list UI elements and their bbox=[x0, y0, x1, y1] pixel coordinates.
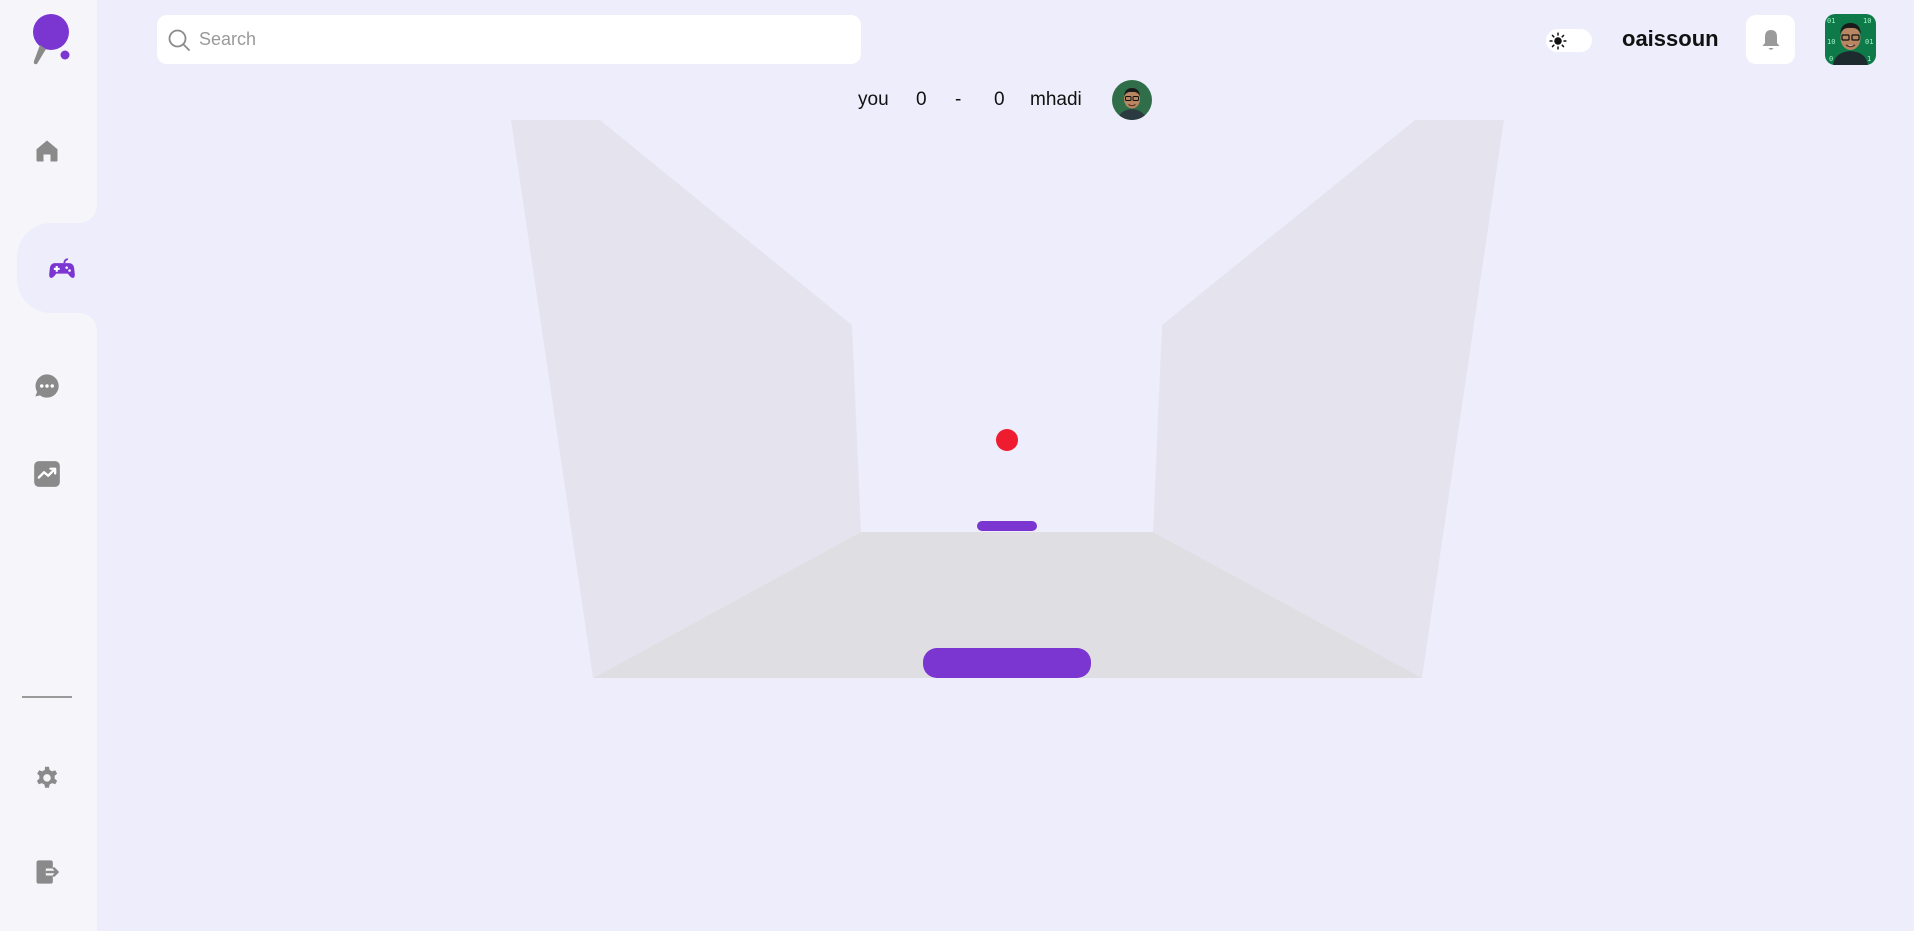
sidebar-divider bbox=[22, 696, 72, 698]
svg-text:01: 01 bbox=[1827, 17, 1835, 25]
notifications-button[interactable] bbox=[1746, 15, 1795, 64]
left-wall bbox=[511, 120, 861, 678]
player-paddle[interactable] bbox=[923, 648, 1091, 678]
trending-up-icon bbox=[34, 461, 60, 487]
right-wall bbox=[1153, 120, 1504, 678]
player-score: 0 bbox=[916, 89, 927, 110]
logout-icon bbox=[36, 860, 59, 884]
sidebar-item-home[interactable] bbox=[26, 130, 68, 172]
svg-text:01: 01 bbox=[1865, 38, 1873, 46]
search-icon bbox=[168, 29, 190, 51]
opponent-score: 0 bbox=[994, 89, 1005, 110]
sidebar-item-settings[interactable] bbox=[26, 758, 68, 800]
sidebar bbox=[0, 0, 97, 931]
svg-text:10: 10 bbox=[1827, 38, 1835, 46]
ball bbox=[996, 429, 1018, 451]
opponent-name: mhadi bbox=[1030, 89, 1082, 110]
svg-text:0: 0 bbox=[1829, 55, 1833, 63]
sidebar-item-logout[interactable] bbox=[26, 851, 68, 893]
search-bar[interactable] bbox=[157, 15, 861, 64]
search-input[interactable] bbox=[199, 29, 839, 50]
ping-pong-paddle-icon[interactable] bbox=[26, 13, 74, 67]
player-label: you bbox=[858, 89, 889, 110]
game-board bbox=[511, 120, 1504, 678]
username: oaissoun bbox=[1622, 26, 1719, 51]
scoreboard: you 0 - 0 mhadi bbox=[858, 80, 1152, 120]
opponent-avatar[interactable] bbox=[1111, 80, 1152, 120]
sidebar-item-stats[interactable] bbox=[26, 453, 68, 495]
home-icon bbox=[36, 140, 58, 162]
theme-toggle[interactable] bbox=[1546, 29, 1592, 52]
sun-icon bbox=[1549, 31, 1567, 50]
sidebar-item-game[interactable] bbox=[41, 248, 83, 290]
opponent-paddle bbox=[977, 521, 1037, 531]
svg-text:10: 10 bbox=[1863, 17, 1871, 25]
svg-text:1: 1 bbox=[1867, 55, 1871, 63]
sidebar-item-chat[interactable] bbox=[26, 365, 68, 407]
bell-icon bbox=[1762, 29, 1779, 50]
gear-icon bbox=[36, 766, 58, 788]
chat-icon bbox=[35, 374, 59, 398]
avatar[interactable]: 01 10 10 01 01 bbox=[1825, 14, 1876, 65]
gamepad-icon bbox=[49, 258, 75, 278]
score-separator: - bbox=[955, 89, 962, 110]
